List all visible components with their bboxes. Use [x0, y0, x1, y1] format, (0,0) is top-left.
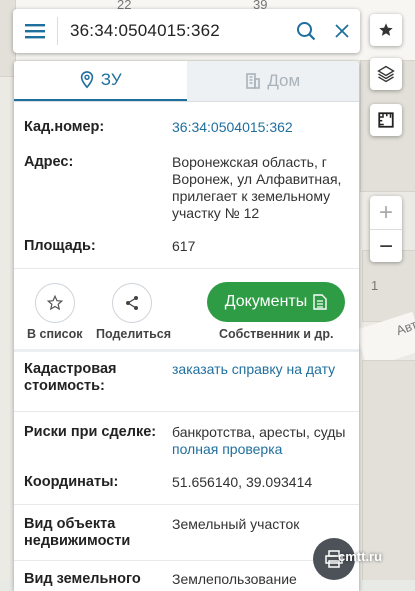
zoom-in-button[interactable]: + [370, 196, 402, 230]
risks-value: банкротства, аресты, суды полная проверк… [172, 424, 349, 458]
share-label[interactable]: Поделиться [96, 327, 171, 341]
zoom-out-button[interactable]: − [370, 230, 402, 263]
map-label: 1 [371, 278, 379, 293]
coords-value: 51.656140, 39.093414 [172, 474, 313, 490]
tab-house[interactable]: Дом [186, 61, 359, 101]
field-area: Площадь: 617 [14, 238, 359, 268]
field-address: Адрес: Воронежская область, г Воронеж, у… [14, 154, 359, 222]
add-to-list-button[interactable] [35, 283, 75, 323]
layers-icon [377, 65, 395, 83]
owner-label[interactable]: Собственник и др. [219, 327, 333, 341]
watermark: cmtt.ru [338, 549, 383, 564]
tab-zu[interactable]: ЗУ [14, 61, 187, 101]
hamburger-icon [25, 24, 45, 39]
search-button[interactable] [288, 9, 324, 53]
field-label: Риски при сделке: [24, 424, 157, 440]
full-check-link[interactable]: полная проверка [172, 441, 349, 458]
zoom-control[interactable]: + − [370, 196, 402, 262]
field-cost: Кадастровая стоимость: заказать справку … [14, 361, 359, 411]
divider [14, 504, 359, 505]
order-certificate-link[interactable]: заказать справку на дату [172, 361, 349, 411]
field-label: Кадастровая стоимость: [24, 361, 117, 394]
cadnum-link[interactable]: 36:34:0504015:362 [172, 119, 349, 136]
actions-bar: В список Поделиться Документы Собственни… [14, 269, 359, 349]
favorites-button[interactable] [370, 14, 402, 46]
search-bar[interactable]: 36:34:0504015:362 [13, 9, 360, 53]
share-icon [126, 296, 138, 310]
field-label: Вид земельного участка [24, 571, 141, 591]
documents-label: Документы [224, 293, 308, 310]
area-value: 617 [172, 238, 196, 254]
tab-label: Дом [267, 71, 301, 90]
close-icon [335, 24, 349, 38]
field-label: Кад.номер: [24, 119, 105, 135]
field-cadnum: Кад.номер: 36:34:0504015:362 [14, 119, 359, 136]
parcel-card: ЗУ Дом Кад.номер: 36:34:0504015:362 Адре… [14, 61, 359, 591]
address-value: Воронежская область, г Воронеж, ул Алфав… [172, 154, 342, 221]
clear-button[interactable] [324, 9, 360, 53]
add-to-list-label[interactable]: В список [27, 327, 83, 341]
section-divider [14, 349, 359, 352]
field-coords: Координаты: 51.656140, 39.093414 [14, 474, 359, 504]
location-pin-icon [80, 71, 94, 89]
ruler-icon [378, 112, 394, 128]
search-input[interactable]: 36:34:0504015:362 [58, 21, 288, 41]
risks-text: банкротства, аресты, суды [172, 424, 346, 440]
ruler-button[interactable] [370, 104, 402, 136]
share-button[interactable] [112, 283, 152, 323]
document-icon [313, 294, 327, 310]
documents-button[interactable]: Документы [207, 282, 345, 322]
card-tabs: ЗУ Дом [14, 61, 359, 102]
star-outline-icon [46, 294, 64, 311]
field-label: Вид объекта недвижимости [24, 516, 131, 549]
field-landtype: Вид земельного участка Землепользование [14, 571, 359, 591]
layers-button[interactable] [370, 58, 402, 90]
building-icon [246, 73, 261, 89]
field-risks: Риски при сделке: банкротства, аресты, с… [14, 424, 359, 458]
divider [14, 560, 359, 561]
star-icon [379, 23, 393, 36]
tab-label: ЗУ [100, 70, 122, 89]
menu-button[interactable] [13, 9, 57, 53]
field-label: Площадь: [24, 238, 96, 254]
field-objtype: Вид объекта недвижимости Земельный участ… [14, 516, 359, 560]
field-label: Адрес: [24, 154, 74, 170]
field-label: Координаты: [24, 474, 119, 490]
divider [14, 411, 359, 412]
search-icon [297, 22, 316, 41]
